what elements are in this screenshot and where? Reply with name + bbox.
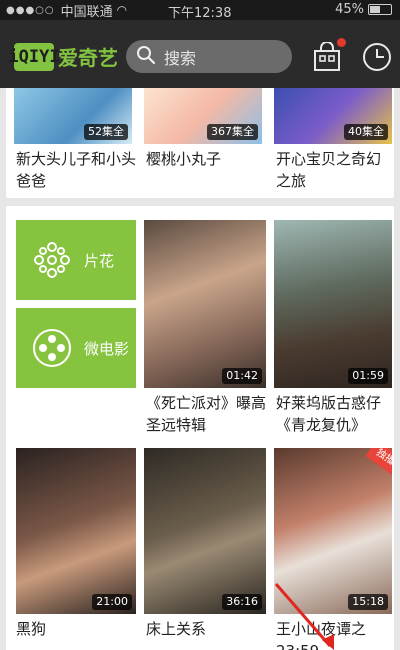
cartoon-section: 52集全 367集全 40集全 新大头儿子和小头爸爸 樱桃小丸子 开心宝贝之奇幻…: [6, 88, 394, 198]
status-time: 下午12:38: [168, 6, 232, 21]
episode-badge: 52集全: [84, 124, 128, 140]
shopping-bag-icon: [314, 41, 340, 71]
annotation-arrow-icon: [274, 583, 334, 650]
video-title[interactable]: 黑狗: [16, 618, 140, 640]
search-bar[interactable]: 搜索: [126, 40, 292, 73]
video-thumbnail[interactable]: 40集全: [274, 88, 392, 144]
video-thumbnail[interactable]: 01:42: [144, 220, 266, 388]
video-thumbnail[interactable]: 21:00: [16, 448, 136, 614]
duration-badge: 21:00: [92, 594, 132, 610]
video-thumbnail[interactable]: 01:59: [274, 220, 392, 388]
carrier-name: 中国联通: [60, 4, 113, 20]
history-button[interactable]: [362, 42, 392, 72]
film-reel-icon: [30, 326, 74, 370]
logo-text: 爱奇艺: [58, 46, 118, 70]
battery-area: 45%: [335, 2, 392, 17]
video-thumbnail[interactable]: 36:16: [144, 448, 266, 614]
status-bar: ●●●○○ 中国联通 ◠ 下午12:38 45%: [0, 0, 400, 21]
content-feed[interactable]: 52集全 367集全 40集全 新大头儿子和小头爸爸 樱桃小丸子 开心宝贝之奇幻…: [0, 88, 400, 650]
tile-label: 片花: [84, 251, 115, 270]
tile-label: 微电影: [84, 339, 130, 358]
battery-percent: 45%: [335, 2, 364, 17]
episode-badge: 40集全: [344, 124, 388, 140]
flower-icon: [30, 238, 74, 282]
notification-dot: [337, 38, 346, 47]
episode-badge: 367集全: [207, 124, 258, 140]
battery-icon: [368, 4, 392, 15]
video-title[interactable]: 新大头儿子和小头爸爸: [16, 148, 140, 192]
video-title[interactable]: 好莱坞版古惑仔《青龙复仇》: [276, 392, 394, 436]
video-title[interactable]: 开心宝贝之奇幻之旅: [276, 148, 394, 192]
app-header: iQIYI 爱奇艺 搜索: [0, 20, 400, 88]
duration-badge: 01:42: [222, 368, 262, 384]
shopping-bag-button[interactable]: [312, 38, 346, 72]
tile-micro-film[interactable]: 微电影: [16, 308, 136, 388]
app-logo[interactable]: iQIYI 爱奇艺: [8, 42, 118, 71]
signal-strength-icon: ●●●○○: [6, 4, 55, 16]
video-title[interactable]: 床上关系: [146, 618, 270, 640]
wifi-icon: ◠: [116, 3, 128, 17]
duration-badge: 36:16: [222, 594, 262, 610]
search-icon: [136, 45, 156, 69]
logo-badge: iQIYI: [8, 42, 60, 71]
tile-trailers[interactable]: 片花: [16, 220, 136, 300]
duration-badge: 15:18: [348, 594, 388, 610]
video-title[interactable]: 《死亡派对》曝高圣远特辑: [146, 392, 272, 436]
exclusive-tag: 独播: [365, 448, 392, 476]
video-thumbnail[interactable]: 52集全: [14, 88, 132, 144]
search-placeholder: 搜索: [164, 48, 197, 68]
clock-icon: [363, 43, 391, 71]
video-thumbnail[interactable]: 367集全: [144, 88, 262, 144]
video-title[interactable]: 樱桃小丸子: [146, 148, 270, 170]
duration-badge: 01:59: [348, 368, 388, 384]
